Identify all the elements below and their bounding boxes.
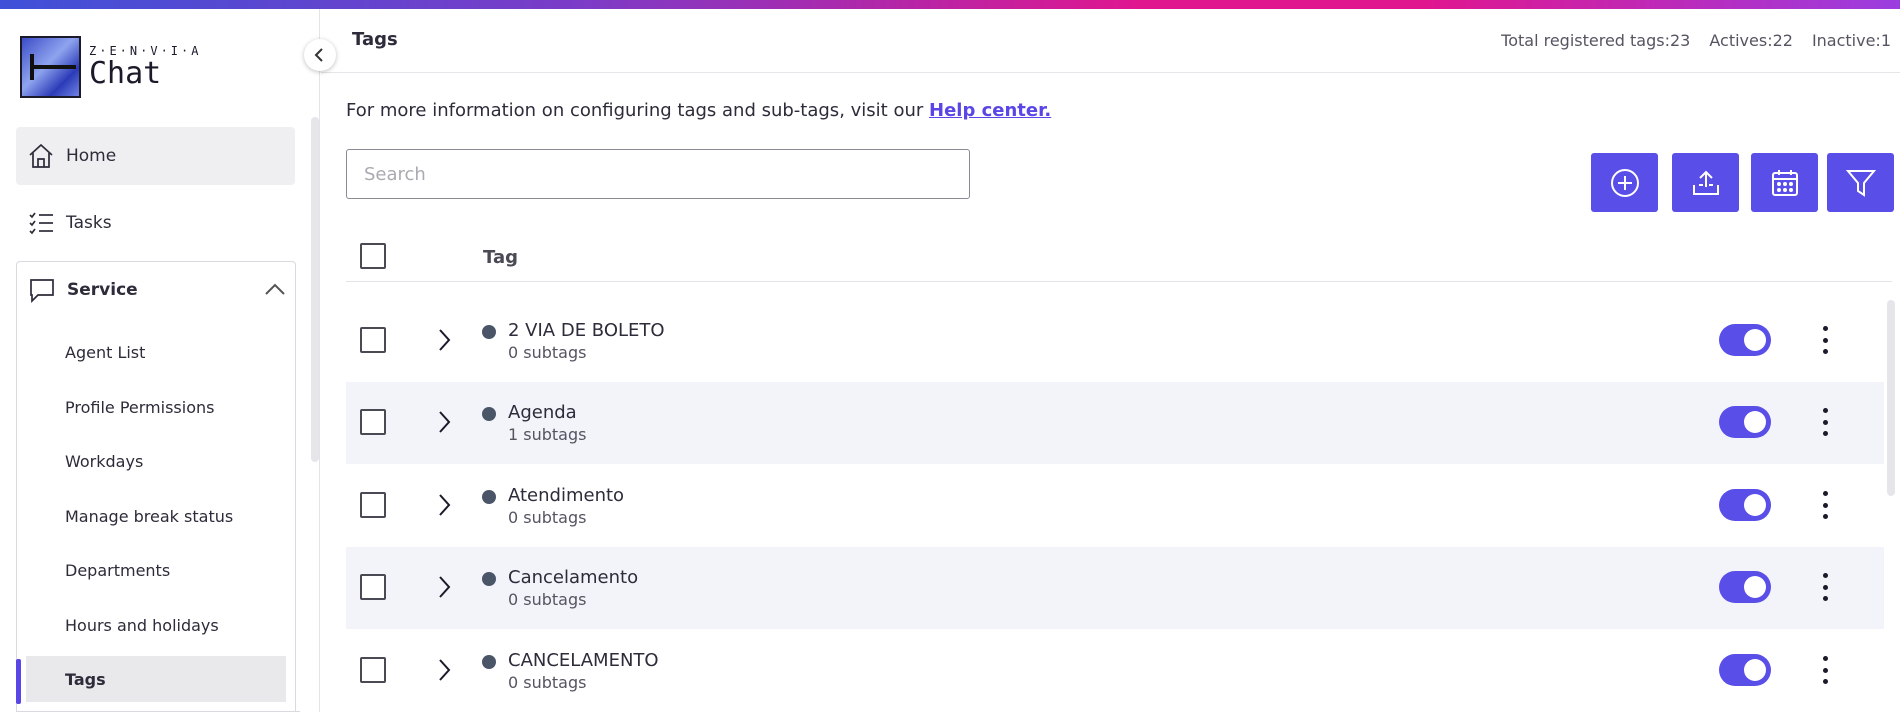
table-row: Agenda 1 subtags	[346, 382, 1884, 464]
table-row: Atendimento 0 subtags	[346, 465, 1884, 547]
sidebar-item-service[interactable]: Service	[17, 262, 295, 318]
status-dot	[482, 490, 496, 504]
total-tags-count: Total registered tags:23	[1501, 31, 1691, 50]
sidebar-item-label: Service	[67, 280, 138, 300]
tag-stats: Total registered tags:23 Actives:22 Inac…	[1501, 31, 1891, 50]
table-header: Tag	[346, 230, 1892, 282]
subtag-count: 0 subtags	[508, 343, 587, 362]
tag-name: 2 VIA DE BOLETO	[508, 320, 665, 341]
filter-button[interactable]	[1827, 153, 1894, 212]
upload-button[interactable]	[1672, 153, 1739, 212]
filter-icon	[1845, 169, 1876, 197]
row-checkbox[interactable]	[360, 492, 386, 518]
inactive-tags-count: Inactive:1	[1811, 31, 1891, 50]
active-tags-count: Actives:22	[1709, 31, 1793, 50]
logo-product-text: Chat	[89, 56, 162, 91]
chevron-right-icon[interactable]	[436, 575, 452, 603]
sidebar-item-label: Tags	[65, 669, 106, 689]
status-dot	[482, 325, 496, 339]
active-toggle[interactable]	[1719, 571, 1771, 603]
chevron-right-icon[interactable]	[436, 328, 452, 356]
help-center-link[interactable]: Help center.	[929, 100, 1051, 121]
column-header-tag: Tag	[483, 247, 518, 268]
top-gradient-bar	[0, 0, 1900, 9]
active-indicator	[16, 659, 21, 704]
active-toggle[interactable]	[1719, 654, 1771, 686]
sidebar-item-tags[interactable]: Tags	[26, 656, 286, 702]
calendar-icon	[1771, 169, 1798, 196]
status-dot	[482, 655, 496, 669]
select-all-checkbox[interactable]	[360, 243, 386, 269]
more-options-icon[interactable]	[1815, 322, 1835, 358]
sidebar-item-departments[interactable]: Departments	[17, 547, 295, 593]
table-row: 2 VIA DE BOLETO 0 subtags	[346, 300, 1884, 382]
chevron-right-icon[interactable]	[436, 658, 452, 686]
sidebar-item-hours-and-holidays[interactable]: Hours and holidays	[17, 602, 295, 648]
more-options-icon[interactable]	[1815, 404, 1835, 440]
subtag-count: 1 subtags	[508, 425, 587, 444]
sidebar-item-label: Agent List	[65, 342, 146, 362]
sidebar: Z·E·N·V·I·A Chat Home Tasks Service Agen…	[0, 9, 320, 712]
chat-bubble-icon	[27, 275, 57, 305]
sidebar-item-label: Manage break status	[65, 506, 234, 526]
info-message: For more information on configuring tags…	[346, 100, 929, 121]
table-row: CANCELAMENTO 0 subtags	[346, 630, 1884, 712]
row-checkbox[interactable]	[360, 327, 386, 353]
info-text: For more information on configuring tags…	[346, 100, 1051, 121]
chevron-right-icon[interactable]	[436, 493, 452, 521]
status-dot	[482, 572, 496, 586]
upload-icon	[1692, 170, 1719, 195]
tag-name: CANCELAMENTO	[508, 650, 659, 671]
tag-name: Cancelamento	[508, 567, 639, 588]
chevron-right-icon[interactable]	[436, 410, 452, 438]
sidebar-item-label: Profile Permissions	[65, 397, 215, 417]
sidebar-item-profile-permissions[interactable]: Profile Permissions	[17, 384, 295, 430]
subtag-count: 0 subtags	[508, 508, 587, 527]
row-checkbox[interactable]	[360, 574, 386, 600]
service-section: Service Agent List Profile Permissions W…	[16, 261, 296, 712]
collapse-sidebar-button[interactable]	[304, 39, 336, 71]
sidebar-item-label: Workdays	[65, 451, 144, 471]
sidebar-item-agent-list[interactable]: Agent List	[17, 329, 295, 375]
tag-name: Atendimento	[508, 485, 625, 506]
sidebar-item-home[interactable]: Home	[16, 127, 295, 185]
page-header: Tags Total registered tags:23 Actives:22…	[321, 9, 1900, 73]
sidebar-item-label: Home	[66, 146, 117, 166]
row-checkbox[interactable]	[360, 409, 386, 435]
sidebar-item-tasks[interactable]: Tasks	[16, 194, 295, 252]
active-toggle[interactable]	[1719, 406, 1771, 438]
tasks-icon	[26, 208, 56, 238]
add-tag-button[interactable]	[1591, 153, 1658, 212]
status-dot	[482, 407, 496, 421]
tag-name: Agenda	[508, 402, 577, 423]
table-row: Cancelamento 0 subtags	[346, 547, 1884, 629]
search-input[interactable]	[346, 149, 970, 199]
sidebar-item-workdays[interactable]: Workdays	[17, 438, 295, 484]
sidebar-item-manage-break-status[interactable]: Manage break status	[17, 493, 295, 539]
row-checkbox[interactable]	[360, 657, 386, 683]
sidebar-item-label: Hours and holidays	[65, 615, 219, 635]
chevron-up-icon[interactable]	[263, 278, 287, 307]
more-options-icon[interactable]	[1815, 569, 1835, 605]
page-title: Tags	[352, 29, 398, 50]
main-scrollbar[interactable]	[1887, 300, 1895, 496]
logo-mark	[20, 36, 81, 98]
calendar-button[interactable]	[1751, 153, 1818, 212]
chevron-left-icon	[314, 48, 323, 62]
subtag-count: 0 subtags	[508, 590, 587, 609]
active-toggle[interactable]	[1719, 489, 1771, 521]
home-icon	[26, 141, 56, 171]
more-options-icon[interactable]	[1815, 487, 1835, 523]
more-options-icon[interactable]	[1815, 652, 1835, 688]
add-icon	[1610, 168, 1639, 197]
sidebar-item-label: Tasks	[66, 213, 112, 233]
active-toggle[interactable]	[1719, 324, 1771, 356]
zenvia-chat-logo: Z·E·N·V·I·A Chat	[20, 36, 201, 98]
sidebar-scrollbar[interactable]	[311, 117, 319, 462]
subtag-count: 0 subtags	[508, 673, 587, 692]
sidebar-item-label: Departments	[65, 560, 171, 580]
